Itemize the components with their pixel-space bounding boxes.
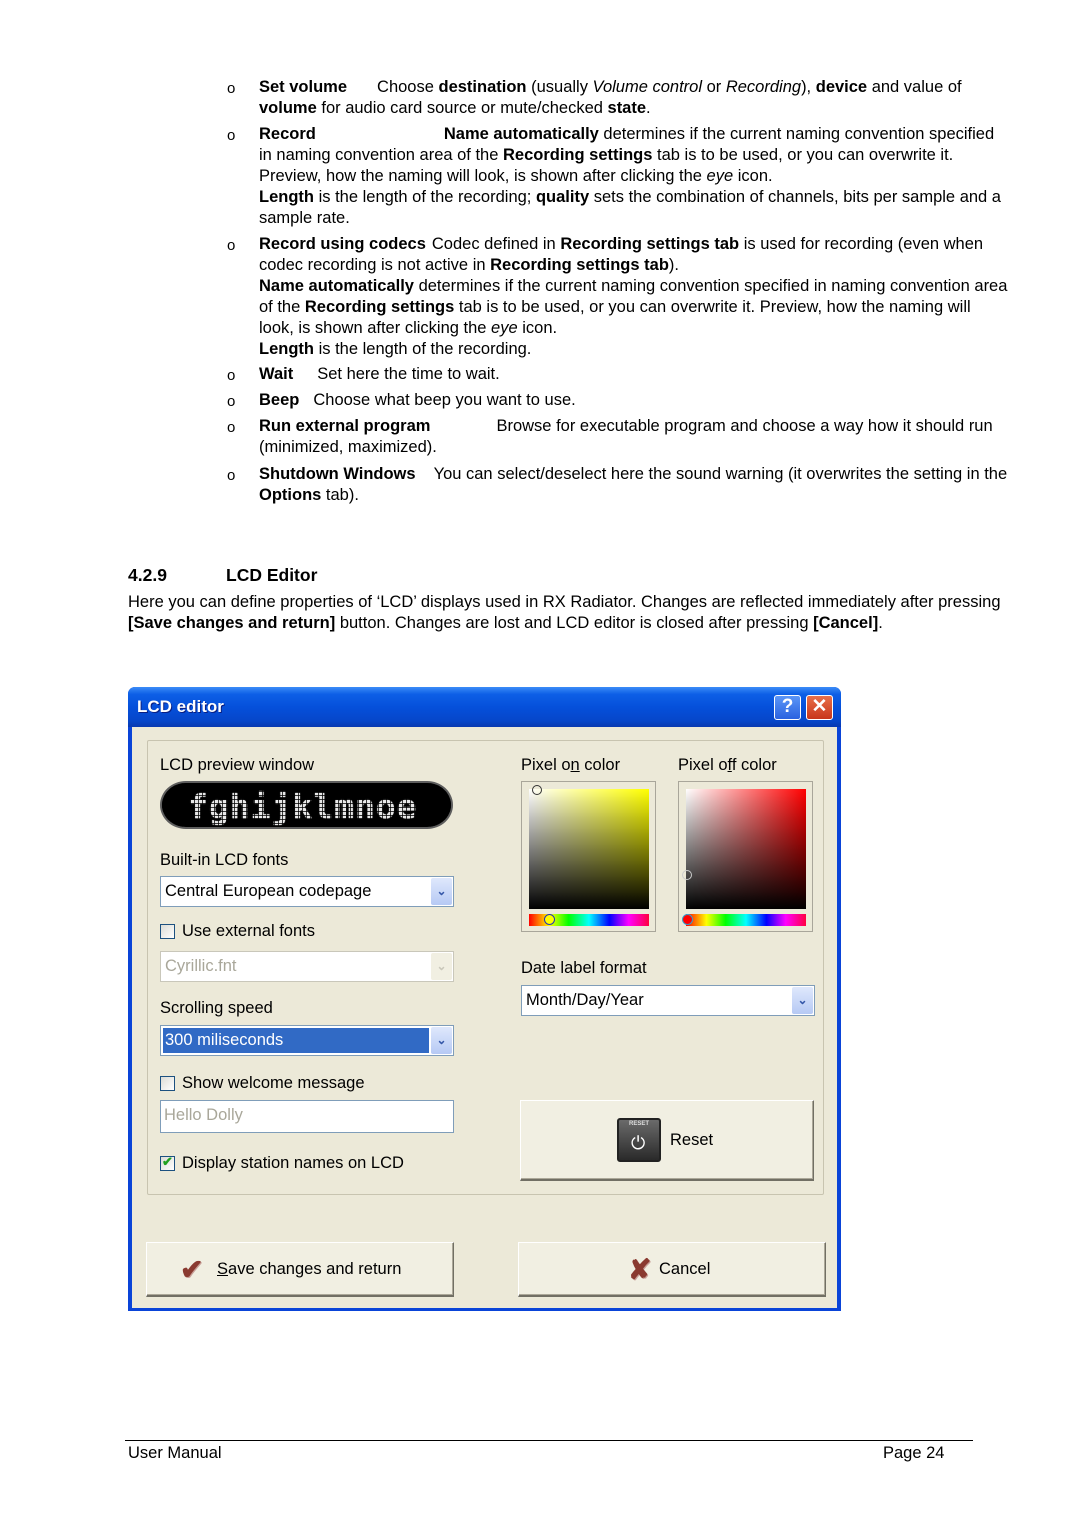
lcd-dot-grid	[162, 783, 451, 827]
bullet-marker: o	[227, 367, 236, 384]
scrolling-speed-label: Scrolling speed	[160, 999, 273, 1017]
display-station-names-label[interactable]: Display station names on LCD	[182, 1154, 404, 1173]
scrolling-speed-value: 300 miliseconds	[165, 1031, 284, 1049]
bullet-marker: o	[227, 237, 236, 254]
pixel-off-color-label: Pixel off color	[678, 756, 777, 774]
chevron-down-icon[interactable]: ⌄	[431, 878, 452, 905]
date-format-label: Date label format	[521, 959, 647, 977]
welcome-message-input: Hello Dolly	[160, 1100, 454, 1133]
pixel-off-saturation-field[interactable]	[686, 789, 806, 909]
builtin-fonts-label: Built-in LCD fonts	[160, 851, 289, 869]
list-item-term: Beep	[259, 391, 300, 409]
footer-left-text: User Manual	[128, 1444, 222, 1462]
list-item: Set volume Choose destination (usually Vo…	[259, 78, 962, 117]
bullet-marker: o	[227, 393, 236, 410]
bullet-marker: o	[227, 80, 236, 97]
chevron-down-icon: ⌄	[431, 953, 452, 980]
list-item: Shutdown Windows You can select/deselect …	[259, 465, 1008, 504]
save-changes-button[interactable]: ✔ Save changes and return	[146, 1242, 454, 1297]
pixel-off-hue-marker[interactable]	[682, 914, 693, 925]
section-title: LCD Editor	[226, 565, 318, 585]
lcd-preview-window: fghijklmnoe	[160, 781, 453, 829]
list-item-term: Record	[259, 125, 316, 143]
close-icon: ✕	[811, 696, 828, 717]
checkmark-icon: ✔	[180, 1254, 204, 1285]
date-format-select[interactable]: Month/Day/Year ⌄	[521, 985, 815, 1016]
use-external-fonts-label[interactable]: Use external fonts	[182, 922, 315, 941]
list-item-term: Run external program	[259, 417, 431, 435]
welcome-message-value: Hello Dolly	[164, 1106, 243, 1124]
external-font-select: Cyrillic.fnt ⌄	[160, 951, 454, 982]
power-reset-icon: RESET ⏻	[617, 1118, 661, 1162]
list-item: Wait Set here the time to wait.	[259, 365, 500, 383]
section-number: 4.2.9	[128, 565, 167, 585]
pixel-off-color-picker[interactable]	[678, 781, 813, 932]
title-bar[interactable]: LCD editor ? ✕	[128, 687, 841, 727]
list-item: Record Name automatically determines if t…	[259, 125, 1001, 227]
list-item-term: Shutdown Windows	[259, 465, 416, 483]
section-heading: 4.2.9 LCD Editor	[128, 565, 317, 586]
show-welcome-label[interactable]: Show welcome message	[182, 1074, 365, 1093]
pixel-off-hue-slider[interactable]	[686, 914, 806, 926]
help-button[interactable]: ?	[774, 695, 801, 720]
pixel-on-saturation-field[interactable]	[529, 789, 649, 909]
scrolling-speed-select[interactable]: 300 miliseconds ⌄	[160, 1025, 454, 1056]
bullet-marker: o	[227, 127, 236, 144]
chevron-down-icon[interactable]: ⌄	[431, 1027, 452, 1054]
settings-group: LCD preview window fghijklmnoe Built-in …	[147, 740, 824, 1195]
section-intro: Here you can define properties of ‘LCD’ …	[128, 593, 1001, 632]
dialog-body: LCD preview window fghijklmnoe Built-in …	[132, 727, 837, 1308]
pixel-on-color-label: Pixel on color	[521, 756, 621, 774]
external-font-value: Cyrillic.fnt	[165, 957, 237, 975]
list-item: Record using codecs Codec defined in Reco…	[259, 235, 1008, 358]
list-item-term: Wait	[259, 365, 294, 383]
builtin-fonts-select[interactable]: Central European codepage ⌄	[160, 876, 454, 907]
pixel-on-color-picker[interactable]	[521, 781, 656, 932]
pixel-off-sv-marker[interactable]	[682, 870, 692, 880]
reset-button-label: Reset	[670, 1131, 714, 1149]
list-item: Run external program Browse for executabl…	[259, 417, 993, 456]
cancel-button-label: Cancel	[659, 1260, 711, 1278]
pixel-on-sv-marker[interactable]	[532, 785, 542, 795]
chevron-down-icon[interactable]: ⌄	[792, 987, 813, 1014]
checkmark-icon: ✔	[162, 1154, 173, 1169]
footer-page-number: Page 24	[883, 1444, 945, 1462]
cancel-x-icon: ✘	[628, 1254, 652, 1285]
pixel-on-hue-marker[interactable]	[544, 914, 555, 925]
display-station-names-checkbox[interactable]: ✔	[160, 1154, 175, 1171]
use-external-fonts-checkbox[interactable]	[160, 924, 175, 939]
list-item: Beep Choose what beep you want to use.	[259, 391, 576, 409]
lcd-preview-label: LCD preview window	[160, 756, 315, 774]
date-format-value: Month/Day/Year	[526, 991, 644, 1009]
show-welcome-checkbox[interactable]	[160, 1076, 175, 1091]
builtin-fonts-value: Central European codepage	[165, 882, 372, 900]
bullet-marker: o	[227, 419, 236, 436]
cancel-button[interactable]: ✘ Cancel	[518, 1242, 826, 1297]
bullet-marker: o	[227, 467, 236, 484]
dialog-title: LCD editor	[137, 697, 224, 716]
list-item-term: Record using codecs	[259, 235, 426, 253]
lcd-editor-dialog: LCD editor ? ✕ LCD preview window fghijk…	[128, 687, 841, 1311]
list-item-term: Set volume	[259, 78, 348, 96]
footer-divider	[125, 1440, 973, 1441]
reset-button[interactable]: RESET ⏻ Reset	[520, 1100, 814, 1181]
save-button-label: Save changes and return	[217, 1260, 402, 1278]
close-button[interactable]: ✕	[806, 695, 833, 720]
help-icon: ?	[781, 696, 794, 717]
